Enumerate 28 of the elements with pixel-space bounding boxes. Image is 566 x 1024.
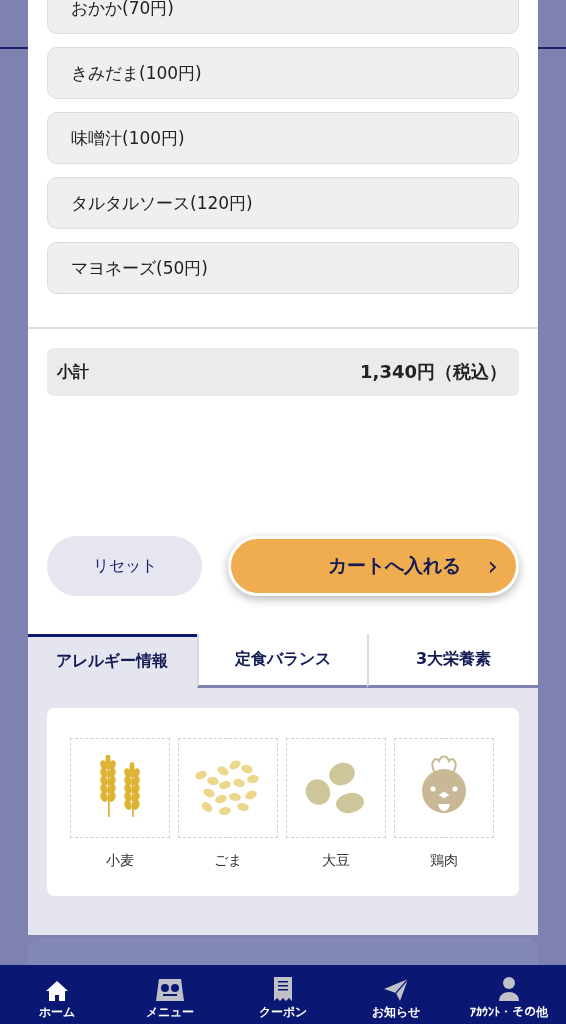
nav-item[interactable]: メニュー: [113, 965, 227, 1024]
subtotal-price: 1,340円（税込）: [360, 360, 507, 384]
home-icon: [45, 981, 68, 1001]
option-button[interactable]: おかか(70円): [47, 0, 519, 34]
allergen-name: 鶏肉: [430, 852, 458, 870]
person-icon: [499, 977, 520, 1001]
nav-item[interactable]: ホーム: [0, 965, 114, 1024]
allergen-name: 小麦: [106, 852, 134, 870]
nav-item[interactable]: クーポン: [226, 965, 340, 1024]
menu-board-icon: [155, 979, 184, 1001]
tab[interactable]: 定食バランス: [196, 634, 368, 688]
reset-button[interactable]: リセット: [47, 536, 202, 596]
option-button[interactable]: タルタルソース(120円): [47, 177, 519, 229]
nav-item[interactable]: お知らせ: [339, 965, 453, 1024]
add-to-cart-button[interactable]: カートへ入れる ›: [228, 536, 519, 596]
allergen-name: 大豆: [322, 852, 350, 870]
receipt-icon: [274, 977, 292, 1001]
sesame-seeds-icon: [195, 759, 261, 817]
allergen-name: ごま: [214, 852, 242, 870]
tab[interactable]: アレルギー情報: [28, 634, 197, 688]
tab[interactable]: 3大栄養素: [367, 634, 538, 688]
subtotal-label: 小計: [57, 361, 89, 383]
chevron-icon: ›: [487, 551, 498, 581]
nav-item[interactable]: ｱｶｳﾝﾄ・その他: [452, 965, 566, 1024]
option-button[interactable]: マヨネーズ(50円): [47, 242, 519, 294]
option-button[interactable]: 味噌汁(100円): [47, 112, 519, 164]
paper-plane-icon: [384, 979, 409, 1001]
option-button[interactable]: きみだま(100円): [47, 47, 519, 99]
